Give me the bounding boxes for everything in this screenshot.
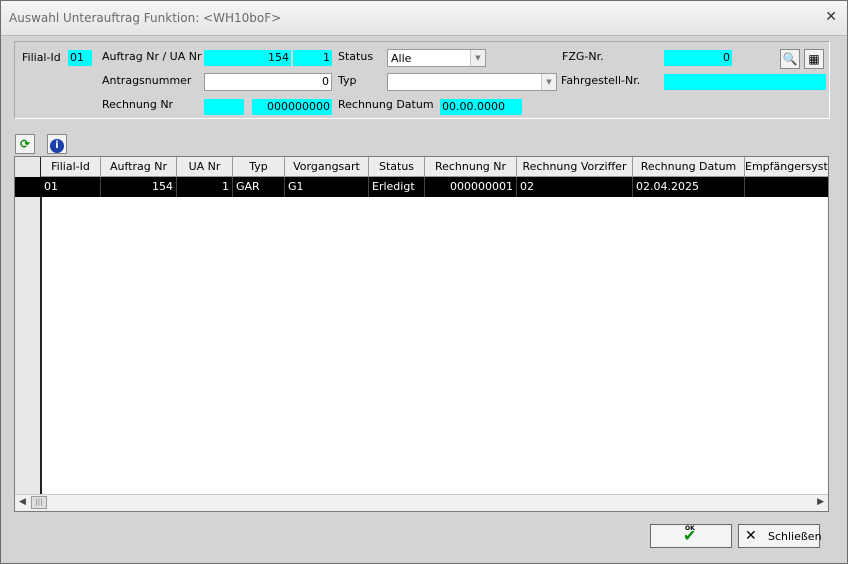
- ua-nr-field[interactable]: 1: [293, 50, 332, 66]
- scroll-thumb[interactable]: |||: [31, 496, 47, 509]
- table-cell: GAR: [233, 177, 285, 197]
- close-icon[interactable]: ✕: [825, 9, 837, 25]
- antrag-label: Antragsnummer: [102, 74, 192, 87]
- fahrgestell-label: Fahrgestell-Nr.: [561, 74, 641, 87]
- status-select[interactable]: Alle ▼: [387, 49, 486, 67]
- column-header[interactable]: Vorgangsart: [285, 157, 369, 177]
- close-icon: ✕: [745, 528, 757, 544]
- typ-select[interactable]: ▼: [387, 73, 557, 91]
- table-cell: 02: [517, 177, 633, 197]
- filial-field[interactable]: 01: [68, 50, 92, 66]
- chevron-down-icon[interactable]: ▼: [541, 74, 556, 90]
- scroll-left-icon[interactable]: ◀: [19, 497, 26, 507]
- fzg-label: FZG-Nr.: [562, 50, 604, 63]
- rechnung-nr-label: Rechnung Nr: [102, 98, 174, 111]
- fzg-nr-field[interactable]: 0: [664, 50, 732, 66]
- status-label: Status: [338, 50, 374, 63]
- antragsnummer-input[interactable]: 0: [204, 73, 332, 91]
- calculator-button[interactable]: ▦: [804, 49, 824, 69]
- window-title: Auswahl Unterauftrag Funktion: <WH10boF>: [9, 11, 282, 25]
- column-header[interactable]: Rechnung Nr: [425, 157, 517, 177]
- calculator-icon: ▦: [808, 52, 820, 66]
- table-cell: Erledigt: [369, 177, 425, 197]
- rechnung-datum-label: Rechnung Datum: [338, 98, 434, 111]
- column-header[interactable]: Status: [369, 157, 425, 177]
- refresh-icon: ⟳: [19, 137, 31, 151]
- dialog-window: Auswahl Unterauftrag Funktion: <WH10boF>…: [0, 0, 848, 564]
- auftrag-label: Auftrag Nr / UA Nr: [102, 50, 202, 63]
- table-cell: [745, 177, 828, 197]
- column-header[interactable]: UA Nr: [177, 157, 233, 177]
- table-cell: 01: [41, 177, 101, 197]
- table-cell: 154: [101, 177, 177, 197]
- refresh-button[interactable]: ⟳: [15, 134, 35, 154]
- column-header[interactable]: Filial-Id: [41, 157, 101, 177]
- column-header[interactable]: Rechnung Datum: [633, 157, 745, 177]
- scroll-right-icon[interactable]: ▶: [817, 497, 824, 507]
- filial-label: Filial-Id: [22, 51, 61, 64]
- row-header-column: [15, 157, 42, 497]
- search-button[interactable]: 🔍: [780, 49, 800, 69]
- status-select-value: Alle: [391, 52, 412, 65]
- ok-button[interactable]: ✔ OK: [650, 524, 732, 548]
- ok-label: OK: [685, 525, 695, 532]
- rechnung-datum-field[interactable]: 00.00.0000: [440, 99, 522, 115]
- column-header[interactable]: Auftrag Nr: [101, 157, 177, 177]
- auftrag-nr-field[interactable]: 154: [204, 50, 291, 66]
- rechnung-nr-field[interactable]: 000000000: [252, 99, 332, 115]
- table-row[interactable]: 01 154 1 GAR G1 Erledigt 000000001 02 02.04.2025: [15, 177, 828, 197]
- table-cell: G1: [285, 177, 369, 197]
- table-cell: 02.04.2025: [633, 177, 745, 197]
- typ-label: Typ: [338, 74, 357, 87]
- column-header[interactable]: Empfängersyste: [745, 157, 828, 177]
- table-cell: 1: [177, 177, 233, 197]
- table-cell: 000000001: [425, 177, 517, 197]
- title-bar: Auswahl Unterauftrag Funktion: <WH10boF>…: [1, 1, 847, 36]
- fahrgestell-nr-field[interactable]: [664, 74, 826, 90]
- column-header[interactable]: Rechnung Vorziffer: [517, 157, 633, 177]
- close-label: Schließen: [768, 530, 822, 543]
- magnifier-icon: 🔍: [782, 52, 798, 66]
- filter-panel: Filial-Id 01 Auftrag Nr / UA Nr 154 1 St…: [14, 41, 830, 119]
- close-button[interactable]: ✕ Schließen: [738, 524, 822, 548]
- rechnung-prefix-field[interactable]: [204, 99, 244, 115]
- horizontal-scrollbar[interactable]: ◀ ||| ▶: [15, 494, 828, 511]
- column-header[interactable]: Typ: [233, 157, 285, 177]
- chevron-down-icon[interactable]: ▼: [470, 50, 485, 66]
- results-table[interactable]: Filial-Id Auftrag Nr UA Nr Typ Vorgangsart St…: [14, 156, 829, 512]
- info-button[interactable]: i: [47, 134, 67, 154]
- info-icon: i: [50, 139, 64, 153]
